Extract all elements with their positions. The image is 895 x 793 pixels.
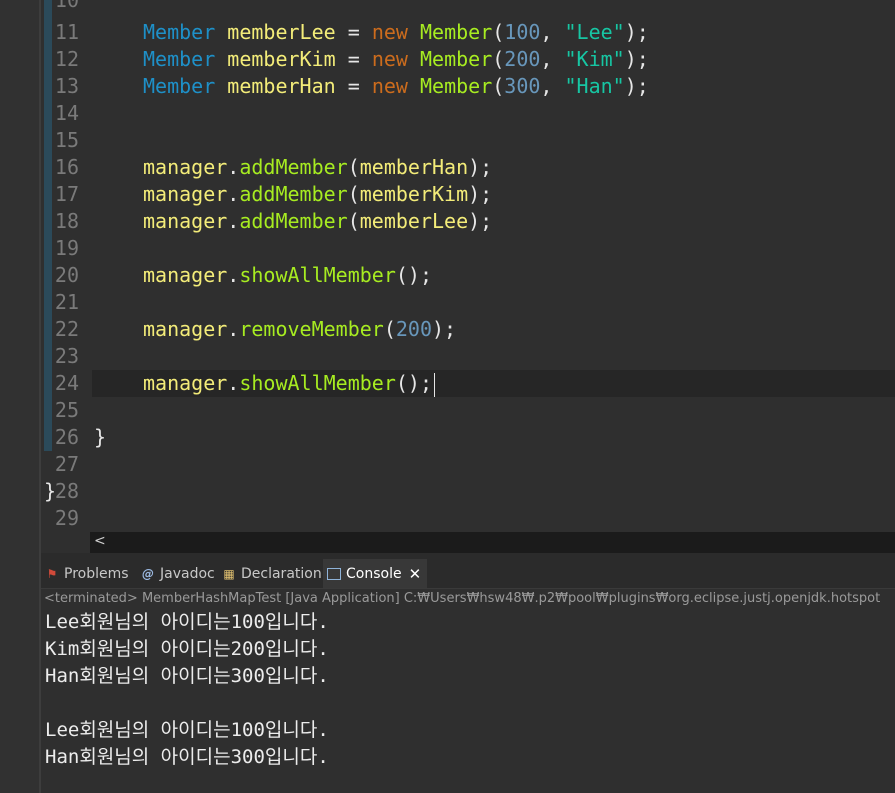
code-line-18: manager.addMember(memberLee);	[143, 209, 493, 233]
console-line: Lee회원님의 아이디는100입니다.	[45, 611, 329, 633]
line-number: 15	[54, 128, 79, 152]
scroll-left-arrow-icon[interactable]: <	[94, 533, 106, 549]
tab-label: Javadoc	[160, 565, 215, 582]
line-number: 17	[54, 182, 79, 206]
console-line: Kim회원님의 아이디는200입니다.	[45, 638, 329, 660]
code-line-12: Member memberKim = new Member(200, "Kim"…	[143, 47, 649, 71]
left-trim	[0, 0, 39, 793]
line-number: 27	[54, 452, 79, 476]
line-number: 11	[54, 20, 79, 44]
console-output[interactable]: Lee회원님의 아이디는100입니다. Kim회원님의 아이디는200입니다. …	[41, 609, 895, 793]
console-icon	[327, 567, 341, 580]
console-status-line: <terminated> MemberHashMapTest [Java App…	[44, 591, 881, 606]
tab-label: Declaration	[241, 565, 322, 582]
tab-label: Console	[346, 565, 402, 582]
console-line: Han회원님의 아이디는300입니다.	[45, 746, 329, 768]
tab-console[interactable]: Console ✕	[323, 559, 428, 588]
line-number: 14	[54, 101, 79, 125]
close-icon[interactable]: ✕	[409, 565, 422, 583]
line-number: 10	[54, 0, 79, 12]
tab-label: Problems	[64, 565, 129, 582]
view-tab-bar: ⚑ Problems @ Javadoc ▦ Declaration Conso…	[41, 559, 895, 589]
console-line: Han회원님의 아이디는300입니다.	[45, 665, 329, 687]
tab-declaration[interactable]: ▦ Declaration	[222, 559, 322, 588]
code-line-28: }	[44, 479, 57, 503]
line-number: 26	[54, 425, 79, 449]
javadoc-icon: @	[142, 566, 154, 581]
code-line-22: manager.removeMember(200);	[143, 317, 457, 341]
line-number: 16	[54, 155, 79, 179]
tab-problems[interactable]: ⚑ Problems	[45, 559, 129, 588]
line-number-gutter: 10 11 12 13 14 15 16 17 18 19 20 21 22 2…	[41, 0, 91, 532]
code-line-11: Member memberLee = new Member(100, "Lee"…	[143, 20, 649, 44]
code-line-20: manager.showAllMember();	[143, 263, 433, 287]
code-editor[interactable]: 10 11 12 13 14 15 16 17 18 19 20 21 22 2…	[41, 0, 895, 532]
line-number: 23	[54, 344, 79, 368]
declaration-icon: ▦	[223, 566, 235, 581]
line-number: 21	[54, 290, 79, 314]
line-number: 24	[54, 371, 79, 395]
line-number: 29	[54, 506, 79, 530]
console-line: Lee회원님의 아이디는100입니다.	[45, 719, 329, 741]
line-number: 18	[54, 209, 79, 233]
code-line-17: manager.addMember(memberKim);	[143, 182, 493, 206]
line-number: 20	[54, 263, 79, 287]
problems-icon: ⚑	[46, 566, 58, 581]
code-text-area[interactable]: Member memberLee = new Member(100, "Lee"…	[44, 0, 895, 532]
text-caret	[434, 372, 436, 397]
code-line-26: }	[94, 425, 107, 449]
code-line-13: Member memberHan = new Member(300, "Han"…	[143, 74, 649, 98]
horizontal-scrollbar[interactable]: <	[90, 532, 895, 553]
line-number: 25	[54, 398, 79, 422]
line-number: 12	[54, 47, 79, 71]
line-number: 13	[54, 74, 79, 98]
tab-javadoc[interactable]: @ Javadoc	[141, 559, 215, 588]
code-line-16: manager.addMember(memberHan);	[143, 155, 493, 179]
line-number: 19	[54, 236, 79, 260]
code-line-24: manager.showAllMember();	[143, 370, 436, 397]
line-number: 22	[54, 317, 79, 341]
